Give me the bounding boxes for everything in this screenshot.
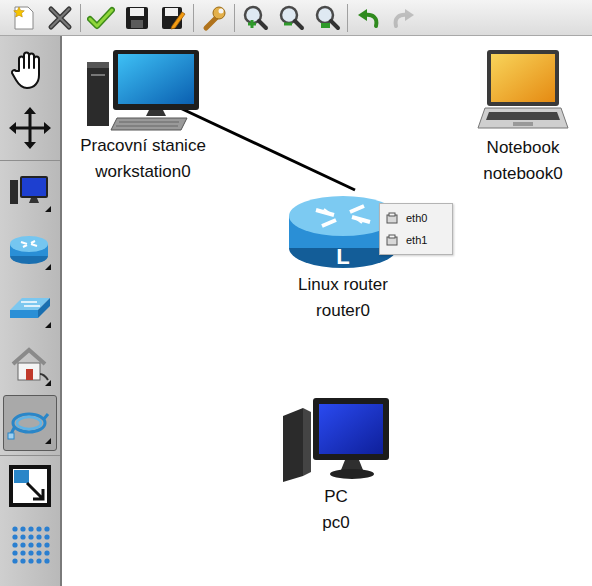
toolbar-group xyxy=(235,4,348,32)
delete-button[interactable] xyxy=(44,3,76,33)
port-icon xyxy=(386,234,398,246)
redo-icon xyxy=(390,4,418,32)
computer-tool[interactable] xyxy=(3,163,57,219)
save-button[interactable] xyxy=(121,3,153,33)
fit-icon xyxy=(7,463,53,509)
zoom-in-icon xyxy=(241,4,269,32)
toolbar-group xyxy=(194,4,235,32)
grid-tool[interactable] xyxy=(3,516,57,572)
node-label: PC xyxy=(324,484,348,510)
pc-node[interactable]: PCpc0 xyxy=(276,396,396,536)
node-name: router0 xyxy=(316,298,370,324)
save-as-button[interactable] xyxy=(157,3,189,33)
settings-button[interactable] xyxy=(198,3,230,33)
cable-tool[interactable] xyxy=(3,395,57,451)
hand-tool[interactable] xyxy=(3,42,57,98)
check-button[interactable] xyxy=(85,3,117,33)
port-icon xyxy=(386,212,398,224)
toolbar-group xyxy=(81,4,194,32)
settings-icon xyxy=(200,4,228,32)
menu-item[interactable]: eth1 xyxy=(380,229,452,251)
pc-icon xyxy=(279,396,393,484)
fit-tool[interactable] xyxy=(3,458,57,514)
interface-menu: eth0eth1 xyxy=(379,203,453,255)
switch-tool[interactable] xyxy=(3,279,57,335)
house-tool[interactable] xyxy=(3,337,57,393)
toolbar-group xyxy=(348,4,424,32)
toolbar xyxy=(0,0,592,36)
node-label: Linux router xyxy=(298,272,388,298)
node-name: workstation0 xyxy=(95,159,190,185)
new-button[interactable] xyxy=(8,3,40,33)
grid-icon xyxy=(7,521,53,567)
undo-icon xyxy=(354,4,382,32)
move-tool[interactable] xyxy=(3,100,57,156)
cable-icon xyxy=(7,400,53,446)
tool-group xyxy=(0,40,60,161)
router-badge: L xyxy=(336,244,349,269)
node-name: pc0 xyxy=(322,510,349,536)
network-canvas[interactable]: Pracovní staniceworkstation0 Notebooknote… xyxy=(62,36,592,586)
node-name: notebook0 xyxy=(483,161,562,187)
hand-icon xyxy=(7,47,53,93)
zoom-reset-button[interactable] xyxy=(311,3,343,33)
undo-button[interactable] xyxy=(352,3,384,33)
menu-item[interactable]: eth0 xyxy=(380,207,452,229)
check-icon xyxy=(87,4,115,32)
router-tool[interactable] xyxy=(3,221,57,277)
tool-palette xyxy=(0,36,62,586)
node-label: Pracovní stanice xyxy=(80,133,206,159)
workstation-icon xyxy=(83,48,203,133)
new-icon xyxy=(10,4,38,32)
save-icon xyxy=(123,4,151,32)
router-icon xyxy=(7,226,53,272)
computer-icon xyxy=(7,168,53,214)
node-label: Notebook xyxy=(487,135,560,161)
switch-icon xyxy=(7,284,53,330)
move-icon xyxy=(7,105,53,151)
zoom-reset-icon xyxy=(313,4,341,32)
delete-icon xyxy=(46,4,74,32)
workspace: Pracovní staniceworkstation0 Notebooknote… xyxy=(0,36,592,586)
zoom-out-button[interactable] xyxy=(275,3,307,33)
app-window: Pracovní staniceworkstation0 Notebooknote… xyxy=(0,0,592,586)
notebook-node[interactable]: Notebooknotebook0 xyxy=(468,48,578,187)
zoom-out-icon xyxy=(277,4,305,32)
tool-group xyxy=(0,456,60,576)
redo-button xyxy=(388,3,420,33)
save-as-icon xyxy=(159,4,187,32)
notebook-icon xyxy=(477,48,569,135)
zoom-in-button[interactable] xyxy=(239,3,271,33)
toolbar-group xyxy=(4,4,81,32)
house-icon xyxy=(7,342,53,388)
workstation-node[interactable]: Pracovní staniceworkstation0 xyxy=(68,48,218,185)
tool-group xyxy=(0,161,60,456)
